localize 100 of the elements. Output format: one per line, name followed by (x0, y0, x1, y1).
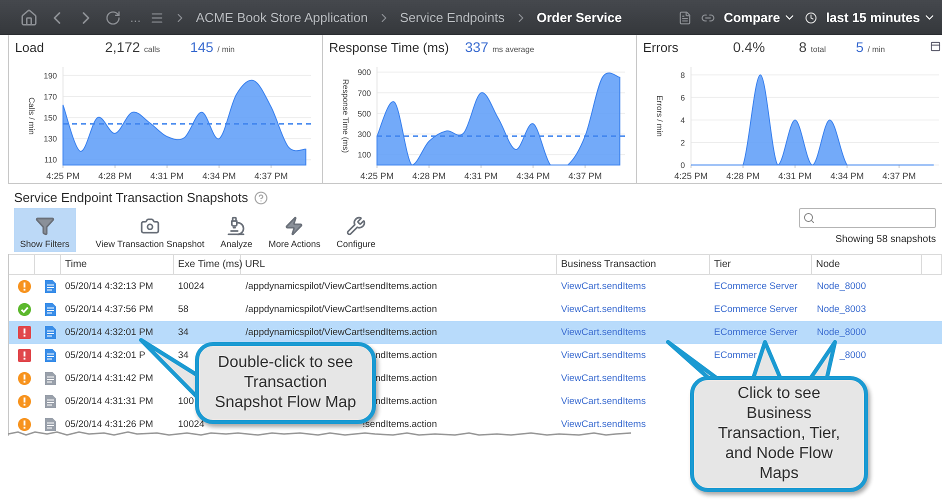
axis-tick-label: 0 (680, 161, 685, 170)
home-icon[interactable] (20, 8, 38, 26)
table-cell: 05/20/14 4:37:56 PM (65, 304, 154, 315)
axis-tick-label: 4:37 PM (882, 171, 916, 181)
table-cell: 05/20/14 4:31:26 PM (65, 419, 154, 430)
axis-tick-label: 4:37 PM (568, 171, 602, 181)
table-link[interactable]: Node_8000 (816, 281, 866, 292)
toolbar-button[interactable]: View Transaction Snapshot (90, 208, 210, 252)
document-icon[interactable] (44, 418, 56, 431)
breadcrumb-link[interactable]: Order Service (536, 10, 622, 25)
table-link[interactable]: ECommerce Server (714, 281, 798, 292)
time-range-dropdown[interactable]: last 15 minutes (826, 10, 936, 25)
stat-unit: / min (217, 45, 235, 54)
search-field[interactable] (799, 208, 936, 228)
table-cell: 10024 (178, 419, 204, 430)
axis-tick-label: 4:34 PM (516, 171, 550, 181)
column-header[interactable]: URL (241, 254, 557, 275)
lightning-icon (284, 216, 304, 236)
table-row[interactable]: 05/20/14 4:32:01 PM 34 /appdynamicspilot/ViewCart!sendItems.action ViewCart.sendItems ECommerce Server Node_8000 (8, 321, 942, 344)
window-icon[interactable] (930, 41, 941, 52)
table-cell: 58 (178, 304, 189, 315)
stat-unit: ms average (492, 45, 534, 54)
axis-tick-label: 110 (44, 156, 57, 165)
table-link[interactable]: ECommer (714, 350, 757, 361)
axis-tick-label: 2 (680, 138, 685, 148)
axis-tick-label: 4:28 PM (726, 171, 760, 181)
column-header[interactable]: Business Transaction (557, 254, 710, 275)
stat-value: 145 (190, 39, 214, 55)
table-cell: 05/20/14 4:31:31 PM (65, 396, 154, 407)
table-cell: ndItems.action (375, 396, 437, 407)
panel-title: Response Time (ms) (329, 40, 450, 55)
table-link[interactable]: ECommerce Server (714, 304, 798, 315)
table-cell: 34 (178, 327, 189, 338)
stat-unit: total (810, 45, 826, 54)
table-cell: ndItems.action (375, 373, 437, 384)
toolbar-button[interactable]: More Actions (262, 208, 326, 252)
table-link[interactable]: ViewCart.sendItems (561, 281, 646, 292)
menu-icon[interactable] (150, 10, 164, 24)
table-link[interactable]: ViewCart.sendItems (561, 350, 646, 361)
microscope-icon (226, 216, 246, 236)
column-header[interactable]: Node (812, 254, 922, 275)
axis-tick-label: 4:31 PM (778, 171, 812, 181)
axis-tick-label: 4:34 PM (202, 171, 236, 181)
wrench-icon (346, 216, 366, 236)
axis-title: Calls / min (27, 97, 36, 135)
breadcrumb-link[interactable]: Service Endpoints (400, 10, 505, 25)
document-icon[interactable] (44, 395, 56, 408)
table-link[interactable]: ViewCart.sendItems (561, 304, 646, 315)
table-cell: 100 (178, 396, 194, 407)
axis-tick-label: 130 (44, 134, 57, 144)
axis-tick-label: 4:28 PM (98, 171, 132, 181)
document-icon[interactable] (44, 326, 56, 339)
axis-title: Response Time (ms) (341, 79, 350, 153)
axis-tick-label: 190 (44, 71, 57, 80)
axis-tick-label: 4:31 PM (150, 171, 184, 181)
stat-value: 5 (856, 39, 864, 55)
axis-tick-label: 500 (358, 109, 371, 118)
axis-tick-label: 4 (680, 116, 685, 125)
stat-value: 8 (798, 39, 807, 55)
filter-icon (34, 216, 55, 236)
snapshot-count: Showing 58 snapshots (835, 234, 936, 245)
camera-icon (140, 216, 160, 236)
table-cell: /appdynamicspilot/ViewCart!sendItems.action (245, 327, 437, 338)
table-link[interactable]: _8000 (840, 350, 866, 361)
table-cell: 05/20/14 4:32:01 P (65, 350, 146, 361)
axis-tick-label: 900 (358, 68, 371, 78)
callout: Click to see Business Transaction, Tier, and Node Flow Maps (690, 376, 868, 492)
column-header[interactable]: Time (61, 254, 174, 275)
help-icon[interactable] (254, 190, 268, 204)
table-link[interactable]: ViewCart.sendItems (561, 396, 646, 407)
axis-tick-label: 8 (680, 70, 685, 80)
table-cell: 34 (178, 350, 189, 361)
axis-tick-label: 170 (44, 92, 57, 102)
toolbar-button[interactable]: Configure (330, 208, 382, 252)
clock-icon (805, 12, 818, 24)
table-link[interactable]: Node_8003 (816, 304, 866, 315)
list-icon[interactable] (678, 10, 692, 24)
table-link[interactable]: ViewCart.sendItems (561, 373, 646, 384)
document-icon[interactable] (44, 349, 56, 362)
panel-title: Load (15, 40, 45, 55)
toolbar-button[interactable]: Analyze (214, 208, 258, 252)
table-link[interactable]: ViewCart.sendItems (561, 419, 646, 430)
axis-tick-label: 6 (680, 93, 685, 102)
search-icon (803, 212, 815, 224)
stat-value: 337 (465, 39, 488, 55)
breadcrumb-link[interactable]: ACME Book Store Application (196, 10, 368, 25)
column-header[interactable]: Tier (710, 254, 812, 275)
axis-tick-label: 4:25 PM (674, 171, 708, 181)
toolbar-button[interactable]: Show Filters (14, 208, 76, 252)
compare-dropdown[interactable]: Compare (724, 10, 796, 25)
axis-tick-label: 4:25 PM (46, 171, 80, 181)
stat-value: 2,172 (105, 39, 140, 55)
axis-tick-label: 4:37 PM (254, 171, 288, 181)
refresh-icon[interactable] (105, 10, 121, 26)
document-icon[interactable] (44, 372, 56, 385)
document-icon[interactable] (44, 303, 56, 316)
document-icon[interactable] (44, 280, 56, 293)
axis-tick-label: 700 (358, 88, 371, 98)
stat-unit: / min (868, 45, 885, 54)
table-cell: 05/20/14 4:32:01 PM (65, 327, 154, 338)
